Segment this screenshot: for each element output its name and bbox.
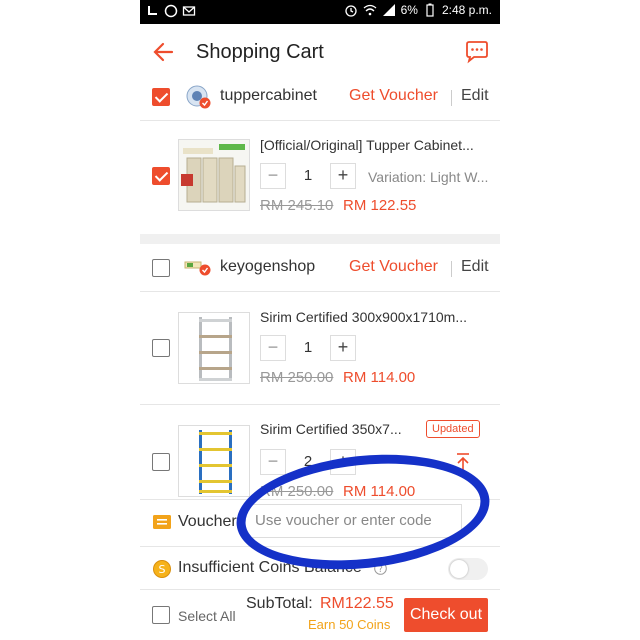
whatsapp-icon <box>164 4 178 18</box>
sale-price: RM 114.00 <box>343 369 416 386</box>
shop-name[interactable]: tuppercabinet <box>220 87 317 105</box>
item-checkbox[interactable] <box>152 453 170 471</box>
product-name[interactable]: Sirim Certified 350x7... <box>260 421 420 437</box>
divider <box>451 90 452 106</box>
original-price: RM 245.10 <box>260 197 334 214</box>
item-checkbox[interactable] <box>152 339 170 357</box>
decrease-button[interactable]: − <box>260 335 286 361</box>
battery-icon <box>423 3 437 17</box>
increase-button[interactable]: + <box>330 335 356 361</box>
decrease-button[interactable]: − <box>260 449 286 475</box>
notification-icon <box>146 4 160 18</box>
mail-icon <box>182 4 196 18</box>
svg-text:?: ? <box>378 565 383 575</box>
status-bar: 6% 2:48 p.m. <box>140 0 500 24</box>
increase-button[interactable]: + <box>330 163 356 189</box>
cart-item: Sirim Certified 300x900x1710m... − 1 + R… <box>140 292 500 404</box>
earn-coins-text: Earn 50 Coins <box>308 617 391 632</box>
product-name[interactable]: [Official/Original] Tupper Cabinet... <box>260 137 488 153</box>
decrease-button[interactable]: − <box>260 163 286 189</box>
select-all-checkbox[interactable] <box>152 606 170 624</box>
product-thumbnail[interactable] <box>178 312 250 384</box>
quantity-stepper: − 1 + <box>260 163 356 189</box>
battery-percent: 6% <box>400 3 418 17</box>
coins-toggle[interactable] <box>448 558 488 580</box>
svg-text:S: S <box>159 563 166 576</box>
quantity-value[interactable]: 1 <box>286 335 330 361</box>
voucher-label: Voucher <box>178 513 237 530</box>
signal-icon <box>382 3 396 17</box>
shop-checkbox[interactable] <box>152 88 170 106</box>
updated-badge: Updated <box>426 420 480 438</box>
shop-checkbox[interactable] <box>152 259 170 277</box>
wifi-icon <box>363 3 377 17</box>
divider <box>451 261 452 277</box>
subtotal-value: RM122.55 <box>320 595 394 612</box>
quantity-stepper: − 1 + <box>260 335 356 361</box>
shop-avatar-icon <box>184 84 212 110</box>
shop-header-keyogenshop: keyogenshop Get Voucher Edit <box>140 244 500 290</box>
edit-link[interactable]: Edit <box>461 87 489 105</box>
section-gap <box>140 234 500 244</box>
voucher-ticket-icon <box>152 513 172 531</box>
clock: 2:48 p.m. <box>441 3 492 17</box>
subtotal-label: SubTotal: <box>246 595 313 612</box>
product-thumbnail[interactable] <box>178 425 250 497</box>
original-price: RM 250.00 <box>260 369 334 386</box>
chat-icon[interactable] <box>464 40 490 64</box>
variation-text[interactable]: Variation: Light W... <box>368 169 490 185</box>
sale-price: RM 122.55 <box>343 197 417 214</box>
quantity-value[interactable]: 1 <box>286 163 330 189</box>
app-header: Shopping Cart <box>140 24 500 80</box>
shop-avatar-icon <box>184 256 214 278</box>
page-title: Shopping Cart <box>196 41 324 63</box>
back-arrow-icon[interactable] <box>150 38 178 66</box>
edit-link[interactable]: Edit <box>461 258 489 276</box>
item-checkbox[interactable] <box>152 167 170 185</box>
get-voucher-link[interactable]: Get Voucher <box>349 258 438 276</box>
select-all-label[interactable]: Select All <box>178 608 236 624</box>
product-thumbnail[interactable] <box>178 139 250 211</box>
alarm-icon <box>344 3 358 17</box>
cart-item: [Official/Original] Tupper Cabinet... − … <box>140 121 500 233</box>
coin-icon: S <box>152 559 172 579</box>
checkout-button[interactable]: Check out <box>404 598 488 632</box>
get-voucher-link[interactable]: Get Voucher <box>349 87 438 105</box>
product-name[interactable]: Sirim Certified 300x900x1710m... <box>260 309 488 325</box>
shop-header-tuppercabinet: tuppercabinet Get Voucher Edit <box>140 80 500 118</box>
shop-name[interactable]: keyogenshop <box>220 258 315 276</box>
phone-screen: 6% 2:48 p.m. Shopping Cart tuppercabinet… <box>140 0 500 640</box>
